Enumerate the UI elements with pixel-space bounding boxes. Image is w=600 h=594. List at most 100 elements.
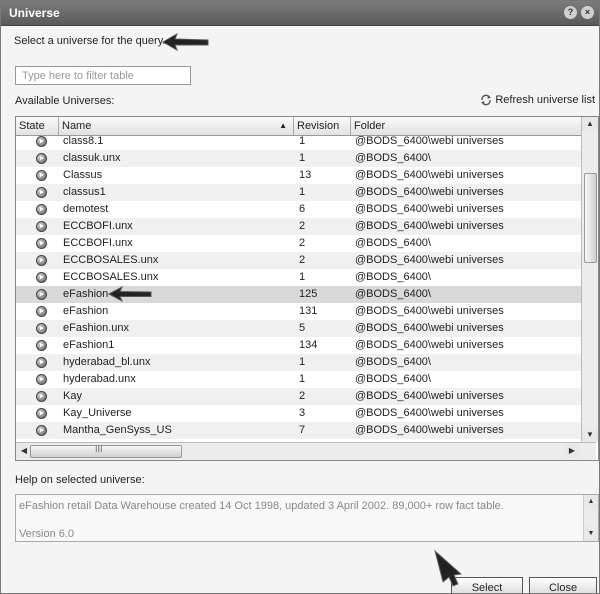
universes-table[interactable]: State Name ▲ Revision Folder class8.1 1 @B… <box>15 116 599 461</box>
cell-name: ECCBOFI.unx <box>63 237 133 249</box>
cell-name: ECCBOFI.unx <box>63 220 133 232</box>
cell-name: ECCBOSALES.unx <box>63 254 159 266</box>
cell-name: Kay_Universe <box>63 407 132 419</box>
table-row[interactable]: classus1 1 @BODS_6400\webi universes <box>16 184 582 201</box>
table-row[interactable]: eFashion1 134 @BODS_6400\webi universes <box>16 337 582 354</box>
cell-name: hyderabad.unx <box>63 373 136 385</box>
cell-name: eFashion <box>63 305 109 317</box>
help-icon[interactable]: ? <box>564 6 577 19</box>
close-button[interactable]: Close <box>529 577 597 593</box>
cell-name: Mantha_SAPBW_Demo_US <box>63 439 293 441</box>
cell-revision: 6 <box>299 203 306 215</box>
state-icon <box>36 323 47 334</box>
table-row[interactable]: Mantha_SAPBW_Demo_US 1 @BODS_6400\webi uni… <box>16 439 582 441</box>
cell-revision: 131 <box>299 305 318 317</box>
state-icon <box>36 272 47 283</box>
table-row[interactable]: Kay 2 @BODS_6400\webi universes <box>16 388 582 405</box>
state-icon <box>36 357 47 368</box>
instruction-text: Select a universe for the query. <box>14 35 166 47</box>
cell-revision: 13 <box>299 169 312 181</box>
column-header-folder[interactable]: Folder <box>351 117 582 135</box>
refresh-universe-list-button[interactable]: Refresh universe list <box>480 94 595 106</box>
cell-revision: 2 <box>299 390 306 402</box>
state-icon <box>36 391 47 402</box>
state-icon <box>36 306 47 317</box>
state-icon <box>36 204 47 215</box>
state-icon <box>36 408 47 419</box>
cell-name: class8.1 <box>63 136 104 147</box>
cell-name: eFashion1 <box>63 339 115 351</box>
cursor-arrow-annotation <box>434 549 463 587</box>
table-row[interactable]: Classus 13 @BODS_6400\webi universes <box>16 167 582 184</box>
column-header-revision[interactable]: Revision <box>294 117 351 135</box>
cell-revision: 125 <box>299 288 318 300</box>
title-bar[interactable]: Universe ? × <box>1 1 599 26</box>
table-row[interactable]: ECCBOFI.unx 2 @BODS_6400\webi universes <box>16 218 582 235</box>
available-universes-label: Available Universes: <box>15 95 115 107</box>
state-icon <box>36 255 47 266</box>
cell-name: ECCBOSALES.unx <box>63 271 159 283</box>
state-icon <box>36 221 47 232</box>
table-row[interactable]: Mantha_GenSyss_US 7 @BODS_6400\webi univer… <box>16 422 582 439</box>
table-row[interactable]: classuk.unx 1 @BODS_6400\ <box>16 150 582 167</box>
column-header-name-label: Name <box>62 120 92 132</box>
column-header-name[interactable]: Name ▲ <box>59 117 294 135</box>
state-icon <box>36 340 47 351</box>
help-version: Version 6.0 <box>19 528 75 540</box>
pointer-arrow-annotation <box>161 32 209 52</box>
state-icon <box>36 238 47 249</box>
table-row[interactable]: eFashion.unx 5 @BODS_6400\webi universes <box>16 320 582 337</box>
cell-name: eFashion.unx <box>63 322 130 334</box>
cell-name: classus1 <box>63 186 106 198</box>
table-header: State Name ▲ Revision Folder <box>16 117 582 136</box>
close-icon[interactable]: × <box>581 6 594 19</box>
column-header-state[interactable]: State <box>16 117 59 135</box>
cell-folder: @BODS_6400\webi universes <box>355 439 580 441</box>
cell-folder: @BODS_6400\webi universes <box>355 339 504 351</box>
dialog-title: Universe <box>9 6 60 20</box>
table-row[interactable]: eFashion 125 @BODS_6400\ <box>16 286 582 303</box>
grip-icon: III <box>95 444 103 454</box>
cell-revision: 134 <box>299 339 318 351</box>
cell-folder: @BODS_6400\webi universes <box>355 169 504 181</box>
table-row[interactable]: demotest 6 @BODS_6400\webi universes <box>16 201 582 218</box>
table-row[interactable]: Kay_Universe 3 @BODS_6400\webi universes <box>16 405 582 422</box>
table-row[interactable]: eFashion 131 @BODS_6400\webi universes <box>16 303 582 320</box>
help-description-box: eFashion retail Data Warehouse created 1… <box>15 494 599 542</box>
state-icon <box>36 187 47 198</box>
scroll-down-icon[interactable]: ▼ <box>582 428 598 442</box>
cell-folder: @BODS_6400\ <box>355 288 431 300</box>
horizontal-scroll-thumb[interactable]: III <box>30 444 182 458</box>
cell-revision: 1 <box>299 373 306 385</box>
table-body: class8.1 1 @BODS_6400\webi universes classu… <box>16 136 582 441</box>
table-row[interactable]: ECCBOSALES.unx 1 @BODS_6400\ <box>16 269 582 286</box>
cell-revision: 1 <box>299 439 351 441</box>
help-scrollbar[interactable]: ▲ ▼ <box>583 495 598 541</box>
universe-dialog: Universe ? × Select a universe for the q… <box>0 0 600 594</box>
vertical-scrollbar[interactable]: ▲ ▼ <box>581 117 598 442</box>
refresh-icon <box>481 94 492 106</box>
pointer-arrow-annotation-row <box>107 285 152 303</box>
cell-revision: 2 <box>299 220 306 232</box>
table-row[interactable]: ECCBOFI.unx 2 @BODS_6400\ <box>16 235 582 252</box>
scroll-right-icon[interactable]: ▶ <box>564 444 580 458</box>
cell-folder: @BODS_6400\ <box>355 152 431 164</box>
table-row[interactable]: class8.1 1 @BODS_6400\webi universes <box>16 136 582 150</box>
cell-revision: 7 <box>299 424 306 436</box>
state-icon <box>36 170 47 181</box>
state-icon <box>36 136 47 147</box>
table-row[interactable]: hyderabad.unx 1 @BODS_6400\ <box>16 371 582 388</box>
cell-folder: @BODS_6400\webi universes <box>355 407 504 419</box>
scroll-thumb[interactable] <box>584 173 597 263</box>
filter-input[interactable] <box>15 66 191 85</box>
cell-folder: @BODS_6400\webi universes <box>355 305 504 317</box>
help-scroll-down-icon[interactable]: ▼ <box>584 527 598 541</box>
cell-folder: @BODS_6400\webi universes <box>355 390 504 402</box>
help-scroll-up-icon[interactable]: ▲ <box>584 495 598 509</box>
cell-revision: 1 <box>299 271 306 283</box>
table-row[interactable]: ECCBOSALES.unx 2 @BODS_6400\webi universes <box>16 252 582 269</box>
table-row[interactable]: hyderabad_bl.unx 1 @BODS_6400\ <box>16 354 582 371</box>
scroll-up-icon[interactable]: ▲ <box>582 117 598 131</box>
horizontal-scrollbar[interactable]: ◀ III ▶ <box>16 442 596 460</box>
cell-name: classuk.unx <box>63 152 121 164</box>
